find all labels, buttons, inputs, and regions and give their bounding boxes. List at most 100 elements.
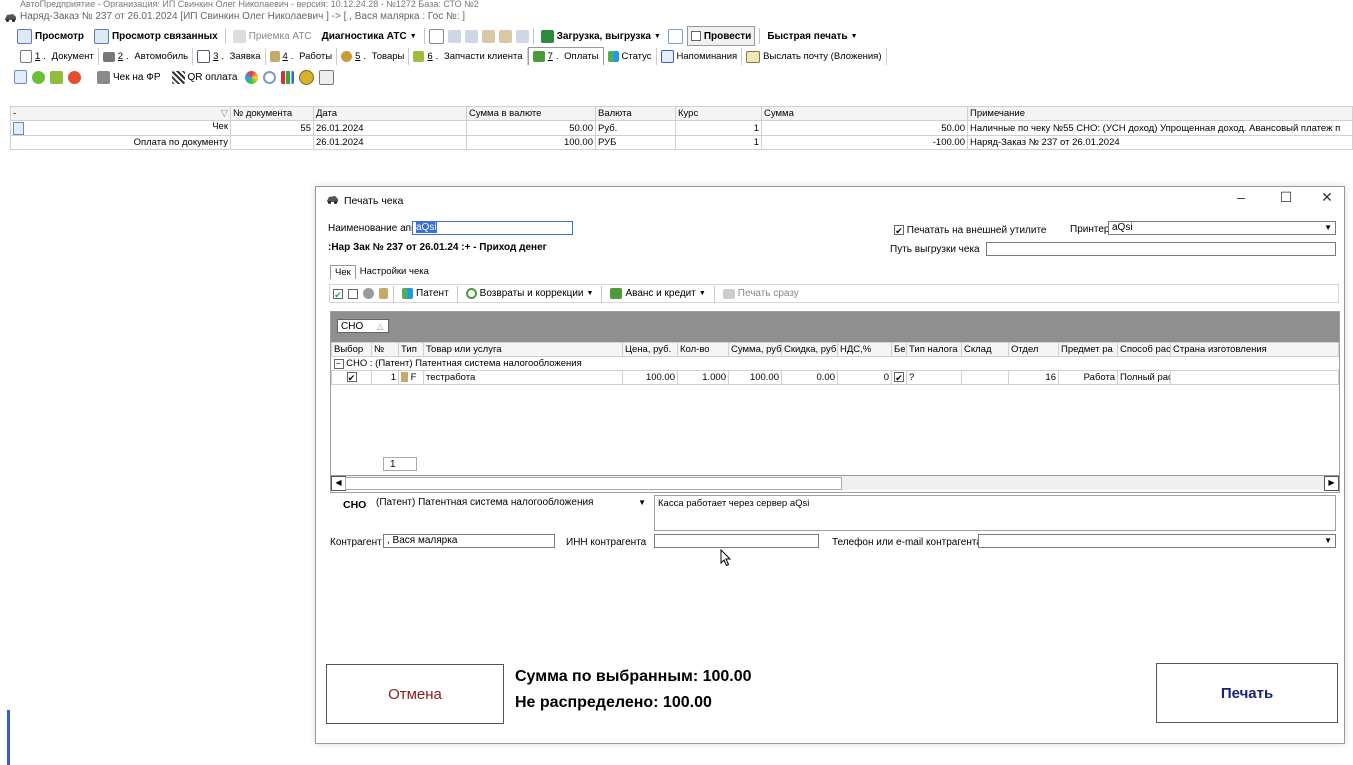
search-icon[interactable] [263, 70, 277, 84]
qr-payment-button[interactable]: QR оплата [169, 68, 241, 86]
export-path-input[interactable] [986, 242, 1336, 256]
tab-status[interactable]: Статус [604, 48, 657, 65]
cancel-button[interactable]: Отмена [326, 664, 504, 724]
scroll-right-icon[interactable]: ▶ [1324, 476, 1339, 491]
document-icon[interactable] [14, 70, 27, 84]
device-name-input[interactable]: aQsi [412, 221, 573, 235]
column-header[interactable]: Сумма в валюте [466, 106, 596, 121]
no-vat-cell[interactable]: ✔ [891, 370, 907, 385]
info-textarea[interactable]: Касса работает через сервер aQsi [654, 495, 1336, 531]
reception-ats-button[interactable]: Приемка АТС [230, 27, 315, 45]
delete-icon[interactable] [68, 70, 81, 84]
column-header[interactable]: Цена, руб. [622, 342, 678, 357]
select-cell[interactable]: ✔ [331, 370, 372, 385]
chevron-down-icon[interactable]: ▼ [1324, 222, 1332, 234]
filter-icon[interactable]: ▽ [221, 108, 228, 119]
tools-icon[interactable] [481, 29, 495, 43]
view-related-button[interactable]: Просмотр связанных [91, 27, 221, 45]
column-header[interactable]: № документа [230, 106, 314, 121]
tab-send-mail[interactable]: Выслать почту (Вложения) [742, 48, 887, 65]
chart-icon[interactable] [281, 70, 295, 84]
link-icon[interactable] [515, 29, 529, 43]
link-icon[interactable] [464, 29, 478, 43]
inn-input[interactable] [654, 534, 819, 548]
select-all-checkbox[interactable]: ✔ [333, 288, 343, 300]
column-header[interactable]: - ▽ [10, 106, 231, 121]
column-header[interactable]: Бе [891, 342, 907, 357]
diagnostics-ats-button[interactable]: Диагностика АТС ▼ [319, 27, 420, 45]
print-external-checkbox[interactable]: ✔ Печатать на внешней утилите [894, 225, 1046, 236]
gear-icon[interactable] [363, 288, 374, 299]
chevron-down-icon[interactable]: ▼ [638, 497, 646, 509]
group-row[interactable]: − СНО : (Патент) Патентная система налог… [332, 357, 1339, 371]
add-green-icon[interactable] [32, 70, 45, 84]
deselect-checkbox[interactable] [348, 288, 358, 299]
column-header[interactable]: Сумма, руб [728, 342, 782, 357]
column-header[interactable]: Тип [398, 342, 424, 357]
column-header[interactable]: Товар или услуга [423, 342, 623, 357]
print-button[interactable]: Печать [1156, 663, 1338, 723]
sno-select[interactable]: (Патент) Патентная система налогообложен… [372, 496, 650, 510]
column-header[interactable]: Скидка, руб [781, 342, 838, 357]
horizontal-scrollbar[interactable]: ◀ ▶ [331, 475, 1339, 491]
advance-credit-button[interactable]: Аванс и кредит ▼ [607, 285, 708, 303]
column-header[interactable]: № [371, 342, 399, 357]
link-icon[interactable] [447, 29, 461, 43]
tab-request[interactable]: 3. Заявка [193, 48, 266, 65]
view-button[interactable]: Просмотр [14, 27, 87, 45]
tab-client-parts[interactable]: 6. Запчасти клиента [409, 48, 528, 65]
column-header[interactable]: Тип налога [906, 342, 962, 357]
patent-button[interactable]: Патент [399, 285, 452, 303]
column-header[interactable]: Предмет ра [1058, 342, 1118, 357]
returns-corrections-button[interactable]: Возвраты и коррекции ▼ [463, 285, 597, 303]
edit-icon[interactable] [50, 70, 63, 84]
settings-icon[interactable] [319, 69, 335, 85]
column-header[interactable]: Дата [313, 106, 467, 121]
tab-reminders[interactable]: Напоминания [657, 48, 743, 65]
group-field-chip[interactable]: СНО △ [337, 319, 389, 333]
phone-select[interactable]: ▼ [978, 534, 1336, 548]
tab-car[interactable]: 2. Автомобиль [99, 48, 194, 65]
post-button[interactable]: Провести [686, 26, 756, 46]
column-header[interactable]: Примечание [967, 106, 1353, 121]
tools-icon[interactable] [379, 288, 388, 299]
scroll-thumb[interactable] [345, 477, 842, 490]
export-icon[interactable] [667, 28, 683, 44]
checkbox-icon[interactable]: ✔ [346, 372, 357, 383]
column-header[interactable]: НДС,% [837, 342, 892, 357]
scroll-left-icon[interactable]: ◀ [331, 476, 346, 491]
collapse-icon[interactable]: − [333, 359, 344, 369]
table-row[interactable]: Чек 55 26.01.2024 50.00 Руб. 1 50.00 Нал… [10, 120, 1353, 136]
column-header[interactable]: Склад [961, 342, 1009, 357]
checkbox-icon[interactable]: ✔ [894, 372, 904, 383]
color-wheel-icon[interactable] [245, 70, 259, 84]
counterparty-input[interactable]: , Вася малярка [383, 534, 555, 548]
grid-icon[interactable] [428, 28, 444, 44]
column-header[interactable]: Валюта [595, 106, 676, 121]
table-row[interactable]: Оплата по документу 26.01.2024 100.00 РУ… [10, 135, 1353, 150]
tab-document[interactable]: 1. Документ [16, 48, 99, 65]
maximize-button[interactable]: ☐ [1271, 189, 1301, 206]
print-now-button[interactable]: Печать сразу [720, 285, 802, 303]
column-header[interactable]: Сумма [761, 106, 968, 121]
quick-print-button[interactable]: Быстрая печать ▼ [764, 27, 860, 45]
printer-select[interactable]: aQsi ▼ [1108, 221, 1336, 235]
table-row[interactable]: ✔ 1 F тестработа 100.00 1.000 100.00 0.0… [331, 370, 1339, 385]
check-fr-button[interactable]: Чек на ФР [94, 68, 164, 86]
tools-icon[interactable] [498, 29, 512, 43]
column-header[interactable]: Курс [675, 106, 762, 121]
coin-icon[interactable] [299, 69, 315, 85]
minimize-button[interactable]: – [1226, 189, 1256, 205]
column-header[interactable]: Отдел [1008, 342, 1059, 357]
tab-payments[interactable]: 7. Оплаты [527, 47, 604, 65]
tab-check[interactable]: Чек [330, 265, 356, 279]
tab-goods[interactable]: 5. Товары [337, 48, 410, 65]
column-header[interactable]: Способ рас [1117, 342, 1171, 357]
load-unload-button[interactable]: Загрузка, выгрузка ▼ [538, 27, 664, 45]
column-header[interactable]: Кол-во [677, 342, 729, 357]
chevron-down-icon[interactable]: ▼ [1324, 535, 1332, 547]
tab-works[interactable]: 4. Работы [266, 48, 338, 65]
tab-check-settings[interactable]: Настройки чека [356, 265, 433, 279]
close-button[interactable]: ✕ [1312, 189, 1342, 206]
column-header[interactable]: Страна изготовления [1170, 342, 1339, 357]
